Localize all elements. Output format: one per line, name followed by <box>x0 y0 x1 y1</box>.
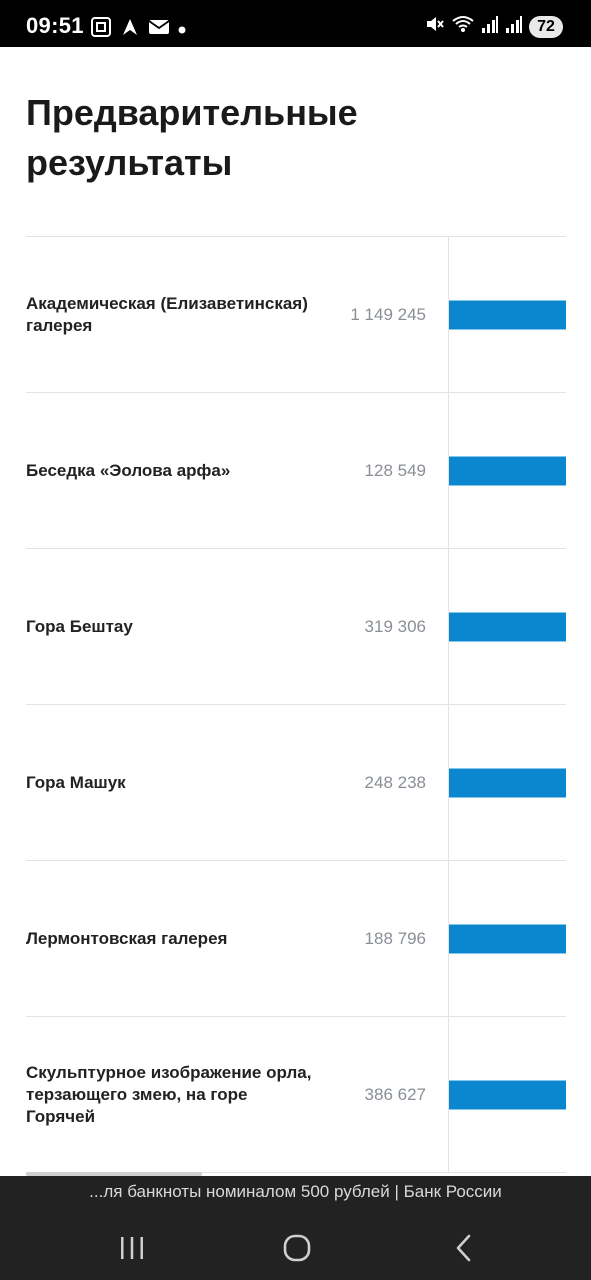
status-time: 09:51 <box>26 13 84 38</box>
result-bar <box>449 768 566 797</box>
back-icon <box>454 1234 474 1267</box>
dot-icon <box>178 21 186 39</box>
home-icon <box>283 1234 311 1267</box>
result-bar <box>449 300 566 329</box>
result-bar-track <box>449 612 566 641</box>
page-title-line-2: результаты <box>26 142 233 183</box>
result-label: Скульптурное изображение орла, терзающег… <box>26 1062 312 1126</box>
wifi-icon <box>451 14 475 39</box>
bottom-area: ...ля банкноты номиналом 500 рублей | Ба… <box>0 1176 591 1280</box>
battery-indicator: 72 <box>529 15 563 38</box>
result-row: Гора Машук 248 238 <box>26 705 566 861</box>
status-icons-right: 72 <box>425 14 563 39</box>
signal-icon <box>481 14 499 39</box>
home-button[interactable] <box>273 1230 321 1270</box>
result-label: Беседка «Эолова арфа» <box>26 460 231 480</box>
result-value: 1 149 245 <box>350 304 426 324</box>
result-value: 386 627 <box>364 1084 426 1104</box>
result-label: Гора Бештау <box>26 616 133 636</box>
result-bar-track <box>449 768 566 797</box>
results-list: Академическая (Елизаветинская) галерея 1… <box>26 236 566 1173</box>
result-row: Беседка «Эолова арфа» 128 549 <box>26 393 566 549</box>
result-row: Лермонтовская галерея 188 796 <box>26 861 566 1017</box>
mute-icon <box>425 14 445 39</box>
result-row: Скульптурное изображение орла, терзающег… <box>26 1017 566 1173</box>
result-bar-track <box>449 1080 566 1109</box>
system-navbar <box>0 1220 591 1280</box>
result-bar <box>449 612 566 641</box>
result-label: Гора Машук <box>26 772 126 792</box>
result-value: 319 306 <box>364 616 426 636</box>
status-icons-left <box>90 16 186 43</box>
result-bar-track <box>449 300 566 329</box>
status-bar: 09:51 72 <box>0 0 591 47</box>
result-bar-track <box>449 924 566 953</box>
back-button[interactable] <box>440 1230 488 1270</box>
result-row: Гора Бештау 319 306 <box>26 549 566 705</box>
result-label: Лермонтовская галерея <box>26 928 228 948</box>
result-value: 128 549 <box>364 460 426 480</box>
result-bar-track <box>449 456 566 485</box>
result-label: Академическая (Елизаветинская) галерея <box>26 293 308 335</box>
result-row: Академическая (Елизаветинская) галерея 1… <box>26 237 566 393</box>
recent-apps-button[interactable] <box>108 1230 156 1270</box>
result-bar <box>449 924 566 953</box>
page-title: Предварительные результаты <box>26 88 546 188</box>
result-bar <box>449 1080 566 1109</box>
result-value: 248 238 <box>364 772 426 792</box>
page-title-line-1: Предварительные <box>26 92 358 133</box>
recent-apps-icon <box>118 1236 146 1265</box>
navigation-icon <box>120 16 140 43</box>
result-bar <box>449 456 566 485</box>
mail-icon <box>148 18 170 41</box>
news-ticker[interactable]: ...ля банкноты номиналом 500 рублей | Ба… <box>0 1182 591 1202</box>
result-value: 188 796 <box>364 928 426 948</box>
signal-icon <box>505 14 523 39</box>
screenshot-icon <box>90 16 112 43</box>
